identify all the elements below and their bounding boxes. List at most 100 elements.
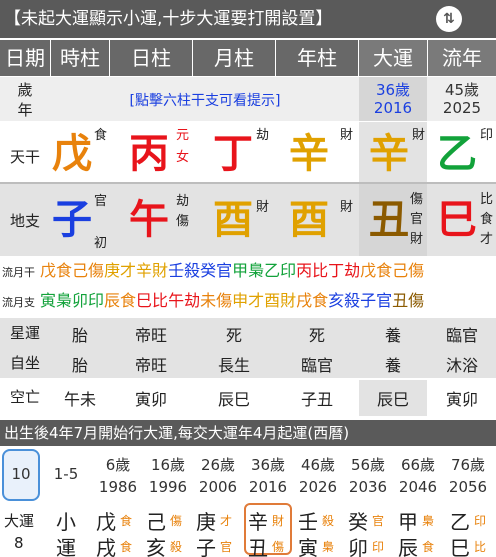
dayun-year-2[interactable]: 1996	[143, 477, 193, 497]
zizuo-day: 帝旺	[134, 356, 167, 375]
year-branch[interactable]: 酉	[288, 192, 330, 248]
dayun-age-3[interactable]: 26歲	[193, 455, 243, 475]
header-hour-pillar[interactable]: 時柱	[51, 40, 109, 76]
year-stem[interactable]: 辛	[288, 126, 330, 182]
dayun-age-5[interactable]: 46歲	[293, 455, 343, 475]
liuyue-gan-4[interactable]: 辛財	[136, 261, 168, 280]
liuyue-zhi-9[interactable]: 戌食	[296, 291, 328, 310]
dayun-year-4[interactable]: 2016	[243, 477, 293, 497]
bazi-chart-screen: 【未起大運顯示小運,十步大運要打開設置】 ⇅ 日期 時柱 日柱 月柱 年柱 大運…	[0, 0, 496, 557]
liunian-branch[interactable]: 巳	[436, 192, 478, 248]
liuyue-gan-11[interactable]: 戊食	[360, 261, 392, 280]
dayun-3-gan[interactable]: 庚	[196, 506, 216, 535]
dayun-2-zhi[interactable]: 亥	[146, 532, 166, 557]
dayun-6-zhi-god: 印	[372, 540, 385, 554]
dayun-8-zhi[interactable]: 巳	[450, 532, 470, 557]
header-day-pillar[interactable]: 日柱	[110, 40, 192, 76]
pillar-hint[interactable]: [點擊六柱干支可看提示]	[90, 90, 320, 110]
liuyue-gan-7[interactable]: 甲梟	[232, 261, 264, 280]
liuyue-zhi-10[interactable]: 亥殺	[328, 291, 360, 310]
dayun-age-7[interactable]: 66歲	[393, 455, 443, 475]
liuyue-zhi-1[interactable]: 寅梟	[40, 291, 72, 310]
kongwang-dayun: 辰巳	[376, 390, 409, 409]
hour-stem[interactable]: 戊	[52, 126, 92, 182]
day-stem-god-bottom: 女	[176, 150, 190, 165]
settings-hint-banner[interactable]: 【未起大運顯示小運,十步大運要打開設置】	[0, 0, 496, 38]
dayun-1-zhi[interactable]: 戌	[96, 532, 116, 557]
hour-branch-god-bottom: 初	[94, 236, 108, 251]
dayun-year-8[interactable]: 2056	[443, 477, 493, 497]
dayun-1-gan-god: 食	[120, 514, 133, 528]
dayun-age-4[interactable]: 36歲	[243, 455, 293, 475]
day-stem[interactable]: 丙	[128, 126, 170, 182]
xiaoyun-label-top[interactable]: 小	[56, 506, 76, 535]
dayun-3-zhi-god: 官	[220, 540, 233, 554]
month-branch[interactable]: 酉	[212, 192, 254, 248]
liuyue-zhi-7[interactable]: 申才	[232, 291, 264, 310]
dayun-year-7[interactable]: 2046	[393, 477, 443, 497]
dayun-branch-god-mid: 官	[410, 212, 424, 227]
xiaoyun-label-bottom[interactable]: 運	[56, 532, 76, 557]
liuyue-gan-12[interactable]: 己傷	[392, 261, 424, 280]
liuyue-gan-6[interactable]: 癸官	[200, 261, 232, 280]
liuyue-zhi-list[interactable]: 寅梟卯印辰食巳比午劫未傷申才酉財戌食亥殺子官丑傷	[40, 289, 496, 313]
dayun-8-gan[interactable]: 乙	[450, 506, 470, 535]
zizuo-dayun: 養	[384, 356, 401, 375]
dayun-6-zhi[interactable]: 卯	[348, 532, 368, 557]
xiaoyun-age[interactable]: 10	[2, 464, 40, 484]
dayun-year-6[interactable]: 2036	[343, 477, 393, 497]
liuyue-gan-5[interactable]: 壬殺	[168, 261, 200, 280]
header-dayun[interactable]: 大運	[359, 40, 427, 76]
header-month-pillar[interactable]: 月柱	[193, 40, 275, 76]
dayun-4-gan[interactable]: 辛	[248, 506, 268, 535]
liuyue-zhi-5[interactable]: 午劫	[168, 291, 200, 310]
month-stem[interactable]: 丁	[212, 126, 254, 182]
dayun-5-gan[interactable]: 壬	[298, 506, 318, 535]
zizuo-month: 長生	[217, 356, 250, 375]
dayun-age-6[interactable]: 56歲	[343, 455, 393, 475]
header-year-pillar[interactable]: 年柱	[276, 40, 358, 76]
dayun-5-zhi[interactable]: 寅	[298, 532, 318, 557]
liuyue-gan-1[interactable]: 戊食	[40, 261, 72, 280]
xingyun-liunian: 臨官	[445, 326, 478, 345]
swap-icon[interactable]: ⇅	[436, 6, 462, 32]
dayun-branch[interactable]: 丑	[368, 192, 410, 248]
dayun-4-zhi-god: 傷	[272, 540, 285, 554]
liuyue-zhi-11[interactable]: 子官	[360, 291, 392, 310]
liuyue-gan-2[interactable]: 己傷	[72, 261, 104, 280]
liunian-branch-god-top: 比	[480, 192, 494, 207]
zizuo-hour: 胎	[71, 356, 88, 375]
dayun-8-gan-god: 印	[474, 514, 487, 528]
liuyue-zhi-3[interactable]: 辰食	[104, 291, 136, 310]
header-liunian[interactable]: 流年	[428, 40, 496, 76]
liuyue-gan-9[interactable]: 丙比	[296, 261, 328, 280]
dayun-year-1[interactable]: 1986	[94, 477, 142, 497]
day-branch[interactable]: 午	[128, 192, 170, 248]
liuyue-zhi-6[interactable]: 未傷	[200, 291, 232, 310]
liuyue-gan-list[interactable]: 戊食己傷庚才辛財壬殺癸官甲梟乙印丙比丁劫戊食己傷	[40, 259, 496, 283]
dayun-6-gan[interactable]: 癸	[348, 506, 368, 535]
xiaoyun-range[interactable]: 1-5	[46, 464, 86, 484]
liuyue-zhi-12[interactable]: 丑傷	[392, 291, 424, 310]
dayun-age-8[interactable]: 76歲	[443, 455, 493, 475]
dayun-7-gan[interactable]: 甲	[398, 506, 418, 535]
liuyue-zhi-8[interactable]: 酉財	[264, 291, 296, 310]
liuyue-gan-3[interactable]: 庚才	[104, 261, 136, 280]
liuyue-zhi-4[interactable]: 巳比	[136, 291, 168, 310]
dayun-age-1[interactable]: 6歲	[94, 455, 142, 475]
dayun-2-gan[interactable]: 己	[146, 506, 166, 535]
dayun-7-zhi[interactable]: 辰	[398, 532, 418, 557]
liuyue-zhi-2[interactable]: 卯印	[72, 291, 104, 310]
dayun-1-gan[interactable]: 戊	[96, 506, 116, 535]
dayun-year-5[interactable]: 2026	[293, 477, 343, 497]
hour-stem-god: 食	[94, 128, 108, 143]
dayun-4-zhi[interactable]: 丑	[248, 532, 268, 557]
dayun-age-2[interactable]: 16歲	[143, 455, 193, 475]
liuyue-gan-10[interactable]: 丁劫	[328, 261, 360, 280]
liuyue-gan-8[interactable]: 乙印	[264, 261, 296, 280]
dayun-3-zhi[interactable]: 子	[196, 532, 216, 557]
dayun-stem[interactable]: 辛	[368, 126, 410, 182]
liunian-stem[interactable]: 乙	[436, 126, 478, 182]
hour-branch[interactable]: 子	[52, 192, 92, 248]
dayun-year-3[interactable]: 2006	[193, 477, 243, 497]
